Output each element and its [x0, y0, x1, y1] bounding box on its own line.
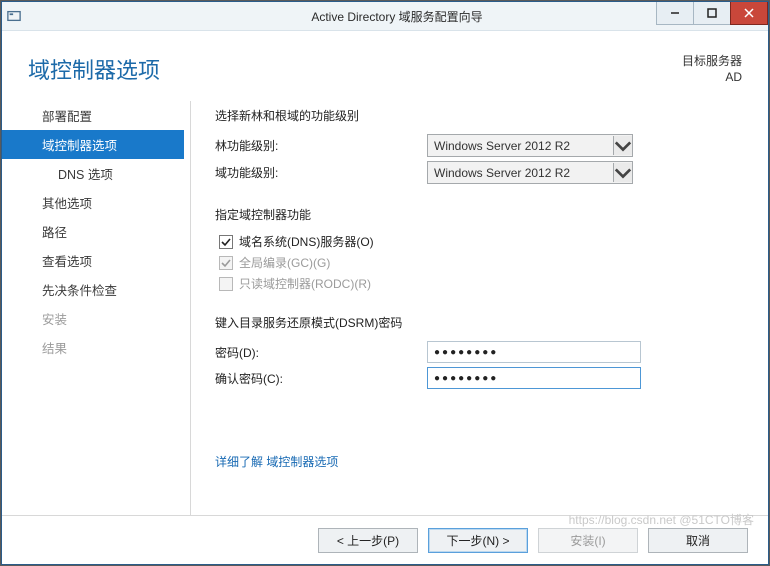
learn-more-link[interactable]: 详细了解 域控制器选项: [215, 453, 338, 470]
step-prereq[interactable]: 先决条件检查: [2, 275, 184, 304]
target-server: 目标服务器 AD: [682, 53, 742, 85]
domain-level-select[interactable]: Windows Server 2012 R2: [427, 161, 633, 184]
maximize-button[interactable]: [693, 2, 731, 25]
page-title: 域控制器选项: [28, 53, 160, 85]
password-field[interactable]: ●●●●●●●●: [427, 341, 641, 363]
domain-level-value: Windows Server 2012 R2: [428, 166, 613, 180]
checkbox-rodc-label: 只读域控制器(RODC)(R): [239, 275, 371, 292]
chevron-down-icon: [613, 136, 632, 155]
empty-check-icon: [219, 277, 233, 291]
minimize-button[interactable]: [656, 2, 694, 25]
checkbox-dns-label: 域名系统(DNS)服务器(O): [239, 233, 374, 250]
checkbox-dns[interactable]: 域名系统(DNS)服务器(O): [219, 233, 750, 250]
close-button[interactable]: [730, 2, 768, 25]
target-server-value: AD: [682, 69, 742, 85]
wizard-body: 部署配置 域控制器选项 DNS 选项 其他选项 路径 查看选项 先决条件检查 安…: [2, 97, 768, 515]
domain-level-label: 域功能级别:: [215, 164, 427, 181]
wizard-window: Active Directory 域服务配置向导 域控制器选项 目标服务器 AD…: [1, 1, 769, 565]
forest-level-label: 林功能级别:: [215, 137, 427, 154]
confirm-password-label: 确认密码(C):: [215, 370, 427, 387]
step-results: 结果: [2, 333, 184, 362]
functional-level-heading: 选择新林和根域的功能级别: [215, 107, 750, 124]
step-review[interactable]: 查看选项: [2, 246, 184, 275]
step-additional-options[interactable]: 其他选项: [2, 188, 184, 217]
checkbox-rodc: 只读域控制器(RODC)(R): [219, 275, 750, 292]
prev-button[interactable]: < 上一步(P): [318, 528, 418, 553]
next-button[interactable]: 下一步(N) >: [428, 528, 528, 553]
cancel-button[interactable]: 取消: [648, 528, 748, 553]
confirm-password-field[interactable]: ●●●●●●●●: [427, 367, 641, 389]
capabilities-heading: 指定域控制器功能: [215, 206, 750, 223]
title-bar: Active Directory 域服务配置向导: [2, 2, 768, 31]
step-install: 安装: [2, 304, 184, 333]
step-dc-options[interactable]: 域控制器选项: [2, 130, 184, 159]
target-server-label: 目标服务器: [682, 53, 742, 69]
step-deploy-config[interactable]: 部署配置: [2, 101, 184, 130]
forest-level-select[interactable]: Windows Server 2012 R2: [427, 134, 633, 157]
step-sidebar: 部署配置 域控制器选项 DNS 选项 其他选项 路径 查看选项 先决条件检查 安…: [2, 97, 184, 515]
app-icon: [2, 9, 26, 23]
main-panel: 选择新林和根域的功能级别 林功能级别: Windows Server 2012 …: [193, 97, 750, 515]
window-buttons: [657, 2, 768, 24]
dsrm-heading: 键入目录服务还原模式(DSRM)密码: [215, 314, 750, 331]
check-icon: [219, 235, 233, 249]
step-paths[interactable]: 路径: [2, 217, 184, 246]
checkbox-gc-label: 全局编录(GC)(G): [239, 254, 330, 271]
step-dns-options[interactable]: DNS 选项: [2, 159, 184, 188]
password-label: 密码(D):: [215, 344, 427, 361]
forest-level-value: Windows Server 2012 R2: [428, 139, 613, 153]
chevron-down-icon: [613, 163, 632, 182]
checkbox-gc: 全局编录(GC)(G): [219, 254, 750, 271]
check-icon: [219, 256, 233, 270]
vertical-divider: [190, 101, 191, 515]
install-button: 安装(I): [538, 528, 638, 553]
wizard-footer: < 上一步(P) 下一步(N) > 安装(I) 取消: [2, 515, 768, 564]
page-header: 域控制器选项 目标服务器 AD: [2, 31, 768, 97]
